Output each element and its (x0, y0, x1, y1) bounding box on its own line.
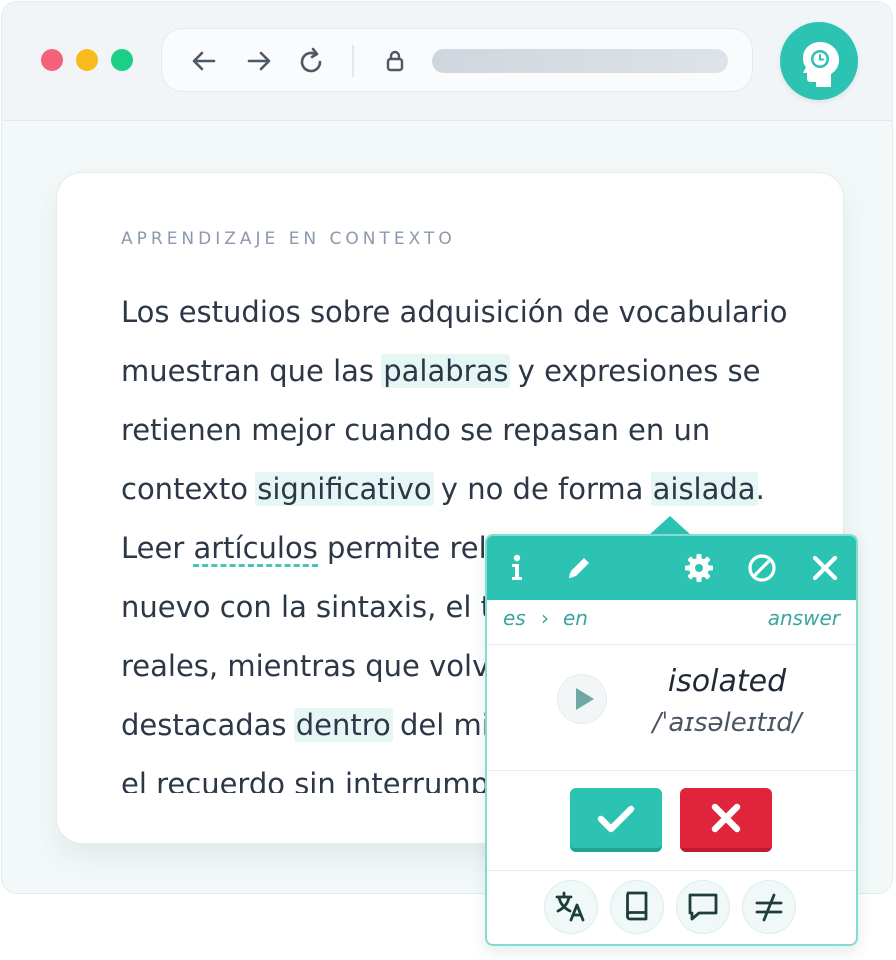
article-text: . (755, 472, 765, 506)
close-window-button[interactable] (41, 49, 63, 71)
not-equal-button[interactable] (742, 880, 796, 934)
article-text: y expresiones se (508, 354, 761, 388)
translate-button[interactable] (544, 880, 598, 934)
book-icon (626, 891, 648, 921)
highlighted-word[interactable]: significativo (255, 472, 434, 506)
article-text: reales, mientras que volver (121, 649, 519, 683)
play-icon (576, 688, 594, 710)
extension-button[interactable] (780, 22, 858, 100)
info-icon[interactable] (499, 550, 535, 586)
article-text: y no de forma (431, 472, 653, 506)
pencil-icon[interactable] (561, 550, 597, 586)
mark-correct-button[interactable] (570, 788, 662, 852)
browser-titlebar (2, 2, 892, 121)
article-line: muestran que las palabras y expresiones … (121, 342, 811, 401)
url-placeholder[interactable] (432, 49, 728, 73)
article-line: Los estudios sobre adquisición de vocabu… (121, 283, 811, 342)
answer-link[interactable]: answer (768, 606, 840, 630)
arrow-left-icon[interactable] (188, 45, 220, 77)
translation-word: isolated (667, 664, 787, 699)
article-text: destacadas (121, 708, 296, 742)
popup-divider (487, 870, 856, 871)
address-separator (352, 45, 354, 77)
source-language: es (503, 606, 526, 630)
article-line: retienen mejor cuando se repasan en un (121, 401, 811, 460)
close-icon[interactable] (807, 550, 843, 586)
zoom-window-button[interactable] (111, 49, 133, 71)
block-icon[interactable] (744, 550, 780, 586)
target-language: en (563, 606, 588, 630)
check-icon (597, 805, 635, 833)
popup-toolbar (487, 536, 856, 600)
article-text: nuevo con la sintaxis, el tor (121, 590, 522, 624)
language-row: es › en answer (503, 606, 840, 636)
pronunciation: /ˈaɪsəleɪtɪd/ (652, 708, 802, 738)
comment-icon (688, 893, 718, 921)
gear-icon[interactable] (681, 550, 717, 586)
article-text: retienen mejor cuando se repasan en un (121, 413, 711, 447)
arrow-right-icon[interactable] (243, 45, 275, 77)
reload-icon[interactable] (296, 45, 328, 77)
lock-icon (379, 45, 411, 77)
comment-button[interactable] (676, 880, 730, 934)
cross-icon (711, 803, 741, 833)
highlighted-word[interactable]: aislada (650, 472, 758, 506)
article-line: contexto significativo y no de forma ais… (121, 460, 811, 519)
not-equal-icon (755, 893, 783, 922)
address-bar[interactable] (161, 28, 753, 92)
mark-wrong-button[interactable] (680, 788, 772, 852)
article-text: contexto (121, 472, 258, 506)
underlined-word[interactable]: artículos (193, 532, 318, 567)
translation-popup: es › en answer isolated /ˈaɪsəleɪtɪd/ (485, 534, 858, 946)
dictionary-button[interactable] (610, 880, 664, 934)
article-text: Leer (121, 531, 194, 565)
head-clock-icon (803, 42, 839, 87)
article-eyebrow: APRENDIZAJE EN CONTEXTO (121, 229, 456, 249)
article-text: Los estudios sobre adquisición de vocabu… (121, 295, 788, 329)
language-separator: › (541, 606, 549, 630)
highlighted-word[interactable]: palabras (381, 354, 511, 388)
popup-pointer (648, 516, 692, 536)
popup-divider (487, 770, 856, 771)
highlighted-word[interactable]: dentro (293, 708, 393, 742)
popup-divider (487, 644, 856, 645)
translate-icon (555, 891, 585, 922)
minimize-window-button[interactable] (76, 49, 98, 71)
article-text: muestran que las (121, 354, 384, 388)
article-text: el recuerdo sin interrumpir (121, 767, 509, 793)
play-audio-button[interactable] (557, 674, 607, 724)
